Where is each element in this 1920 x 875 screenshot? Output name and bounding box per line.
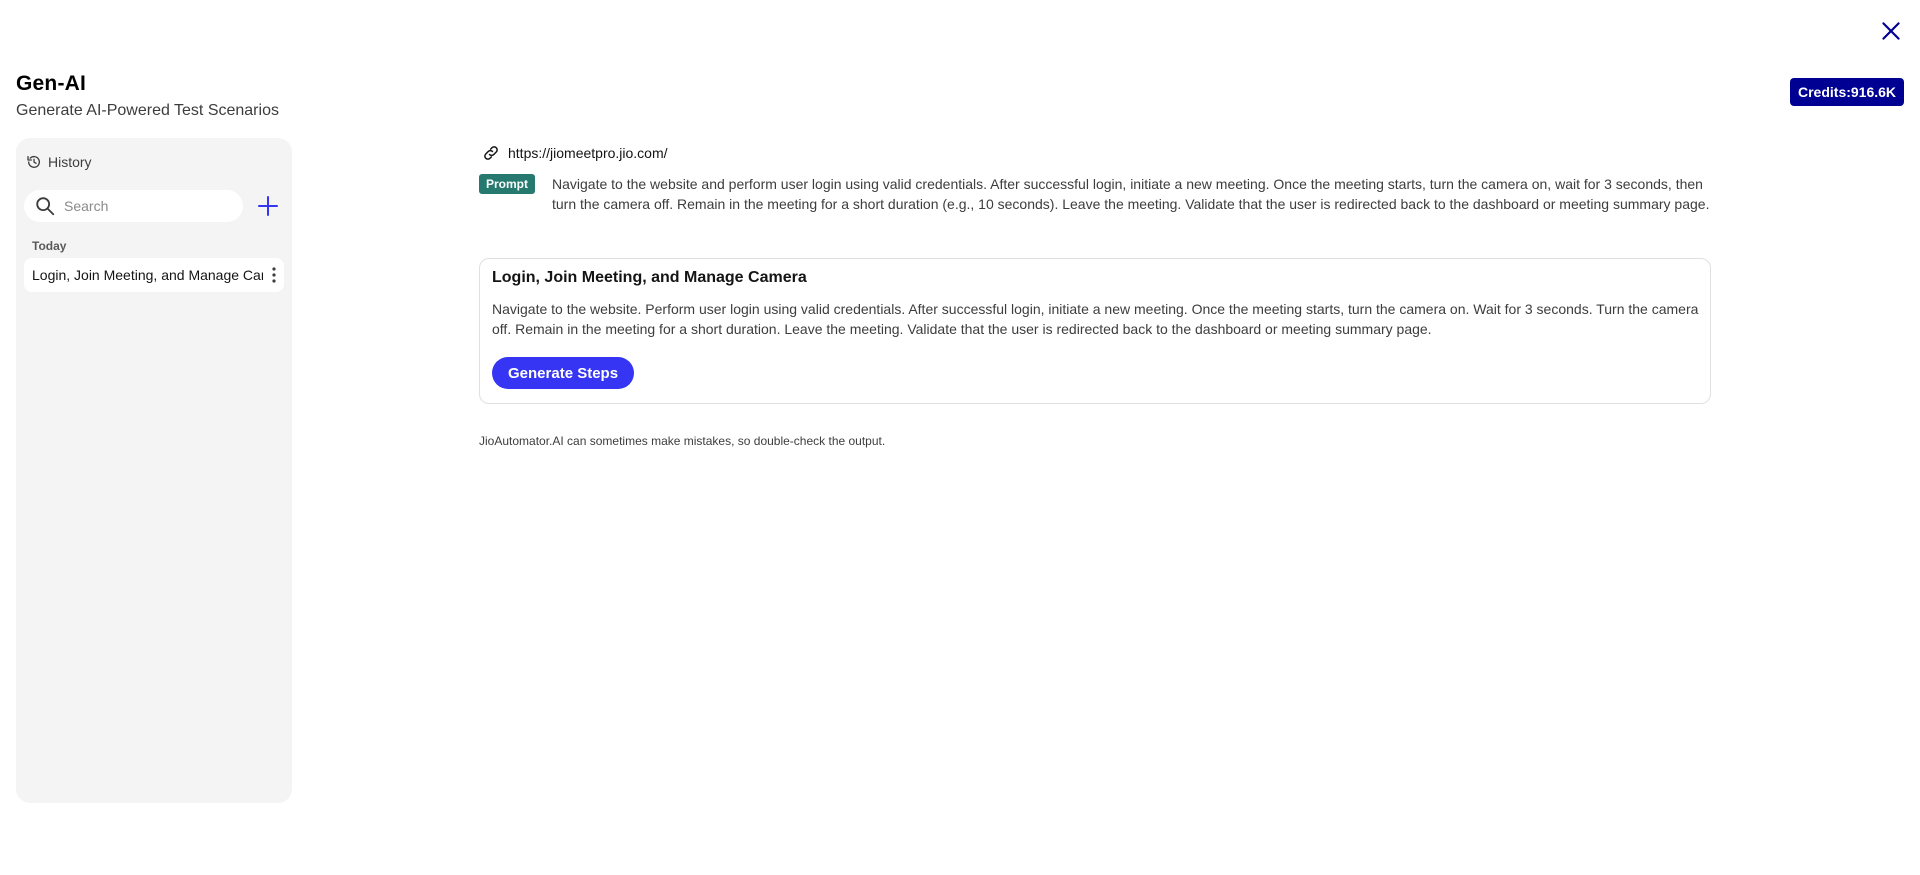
- plus-icon: [258, 196, 278, 216]
- scenario-card: Login, Join Meeting, and Manage Camera N…: [479, 258, 1711, 404]
- more-vertical-icon: [272, 267, 276, 283]
- history-label: History: [48, 154, 92, 170]
- history-icon: [27, 155, 40, 168]
- generate-steps-button[interactable]: Generate Steps: [492, 357, 635, 389]
- scenario-description: Navigate to the website. Perform user lo…: [492, 301, 1699, 337]
- page-header: Gen-AI Generate AI-Powered Test Scenario…: [16, 72, 279, 120]
- prompt-text: Navigate to the website and perform user…: [552, 176, 1710, 212]
- page-subtitle: Generate AI-Powered Test Scenarios: [16, 102, 279, 119]
- search-input[interactable]: [64, 198, 224, 214]
- scenario-title: Login, Join Meeting, and Manage Camera: [492, 269, 807, 286]
- disclaimer-text: JioAutomator.AI can sometimes make mista…: [479, 434, 886, 448]
- history-search[interactable]: [24, 190, 243, 222]
- close-button[interactable]: [1878, 18, 1904, 44]
- history-header: History: [26, 154, 92, 170]
- search-icon: [36, 197, 55, 216]
- new-chat-button[interactable]: [256, 194, 280, 218]
- history-item[interactable]: Login, Join Meeting, and Manage Camera: [24, 258, 284, 292]
- history-sidebar: History Today Login, Join Meeting, and M…: [16, 138, 292, 803]
- close-icon: [1882, 22, 1900, 40]
- more-options-button[interactable]: [267, 265, 281, 285]
- target-url: https://jiomeetpro.jio.com/: [482, 144, 668, 162]
- page-title: Gen-AI: [16, 72, 87, 95]
- prompt-badge: Prompt: [479, 174, 535, 194]
- history-item-label: Login, Join Meeting, and Manage Camera: [32, 267, 263, 283]
- credits-badge: Credits:916.6K: [1790, 78, 1905, 106]
- url-text: https://jiomeetpro.jio.com/: [508, 145, 668, 161]
- link-icon: [484, 146, 498, 160]
- history-section-today: Today: [32, 239, 67, 253]
